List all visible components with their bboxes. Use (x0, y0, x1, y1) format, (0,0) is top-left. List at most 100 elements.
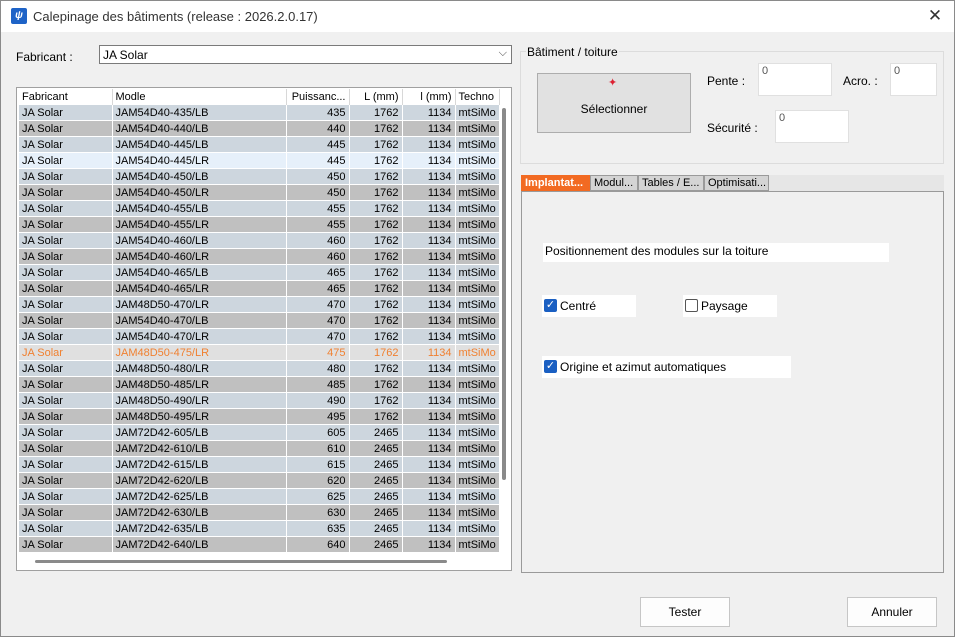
table-cell: JA Solar (19, 360, 113, 377)
table-cell: 1762 (349, 105, 403, 121)
table-cell: JA Solar (19, 296, 113, 313)
table-row[interactable]: JA Solar JAM54D40-470/LB 470 1762 1134 mtSiMo (19, 312, 500, 329)
table-cell: JAM48D50-480/LR (112, 360, 287, 377)
tab-tables[interactable]: Tables / E... (638, 175, 704, 191)
table-cell: 1762 (349, 408, 403, 425)
table-cell: JAM54D40-470/LR (112, 328, 287, 345)
pente-input[interactable]: 0 (758, 63, 832, 96)
column-header[interactable]: L (mm) (349, 89, 403, 105)
table-cell: 435 (286, 105, 350, 121)
select-roof-label: Sélectionner (580, 102, 648, 116)
table-cell: 2465 (349, 440, 403, 457)
table-cell: JA Solar (19, 456, 113, 473)
fabricant-dropdown[interactable]: JA Solar ⌵ (99, 45, 512, 64)
table-cell: mtSiMo (455, 440, 500, 457)
table-row[interactable]: JA Solar JAM48D50-495/LR 495 1762 1134 mtSiMo (19, 408, 500, 425)
table-cell: 1134 (402, 488, 456, 505)
table-row[interactable]: JA Solar JAM72D42-610/LB 610 2465 1134 mtSiMo (19, 440, 500, 457)
table-cell: 1134 (402, 328, 456, 345)
table-row[interactable]: JA Solar JAM48D50-470/LR 470 1762 1134 mtSiMo (19, 296, 500, 313)
horizontal-scrollbar[interactable] (35, 560, 447, 563)
table-row[interactable]: JA Solar JAM54D40-455/LB 455 1762 1134 mtSiMo (19, 200, 500, 217)
table-row[interactable]: JA Solar JAM72D42-615/LB 615 2465 1134 mtSiMo (19, 456, 500, 473)
table-cell: JA Solar (19, 105, 113, 121)
table-row[interactable]: JA Solar JAM54D40-465/LR 465 1762 1134 mtSiMo (19, 280, 500, 297)
close-icon[interactable]: ✕ (924, 5, 946, 27)
annuler-button[interactable]: Annuler (847, 597, 937, 627)
table-cell: 1762 (349, 328, 403, 345)
table-cell: mtSiMo (455, 376, 500, 393)
table-row[interactable]: JA Solar JAM54D40-455/LR 455 1762 1134 mtSiMo (19, 216, 500, 233)
table-cell: 640 (286, 536, 350, 553)
table-cell: mtSiMo (455, 136, 500, 153)
table-row[interactable]: JA Solar JAM54D40-440/LB 440 1762 1134 mtSiMo (19, 120, 500, 137)
tab-modules[interactable]: Modul... (590, 175, 638, 191)
centre-checkbox[interactable]: ✓ Centré (542, 295, 636, 317)
tab-optimisation[interactable]: Optimisati... (704, 175, 769, 191)
table-row[interactable]: JA Solar JAM72D42-620/LB 620 2465 1134 mtSiMo (19, 472, 500, 489)
table-row[interactable]: JA Solar JAM72D42-635/LB 635 2465 1134 mtSiMo (19, 520, 500, 537)
positionnement-text: Positionnement des modules sur la toitur… (543, 243, 889, 262)
table-cell: JAM54D40-460/LR (112, 248, 287, 265)
table-cell: 2465 (349, 536, 403, 553)
acro-input[interactable]: 0 (890, 63, 937, 96)
table-cell: JA Solar (19, 328, 113, 345)
table-cell: 455 (286, 200, 350, 217)
table-cell: JAM54D40-460/LB (112, 232, 287, 249)
table-cell: 1134 (402, 184, 456, 201)
table-row[interactable]: JA Solar JAM54D40-450/LB 450 1762 1134 mtSiMo (19, 168, 500, 185)
table-row[interactable]: JA Solar JAM72D42-625/LB 625 2465 1134 mtSiMo (19, 488, 500, 505)
paysage-label: Paysage (701, 299, 748, 313)
checkbox-unchecked-icon (685, 299, 698, 312)
table-cell: mtSiMo (455, 344, 500, 361)
table-row[interactable]: JA Solar JAM54D40-470/LR 470 1762 1134 mtSiMo (19, 328, 500, 345)
table-row[interactable]: JA Solar JAM72D42-605/LB 605 2465 1134 mtSiMo (19, 424, 500, 441)
column-header[interactable]: Modle (112, 89, 287, 105)
table-row[interactable]: JA Solar JAM54D40-445/LR 445 1762 1134 mtSiMo (19, 152, 500, 169)
table-row[interactable]: JA Solar JAM48D50-475/LR 475 1762 1134 mtSiMo (19, 344, 500, 361)
table-row[interactable]: JA Solar JAM72D42-630/LB 630 2465 1134 mtSiMo (19, 504, 500, 521)
table-cell: mtSiMo (455, 424, 500, 441)
table-row[interactable]: JA Solar JAM54D40-435/LB 435 1762 1134 mtSiMo (19, 105, 500, 121)
table-row[interactable]: JA Solar JAM48D50-485/LR 485 1762 1134 mtSiMo (19, 376, 500, 393)
table-cell: 630 (286, 504, 350, 521)
table-cell: 1134 (402, 504, 456, 521)
select-roof-button[interactable]: ✦ Sélectionner (537, 73, 691, 133)
securite-input[interactable]: 0 (775, 110, 849, 143)
table-row[interactable]: JA Solar JAM54D40-460/LB 460 1762 1134 mtSiMo (19, 232, 500, 249)
table-cell: 1762 (349, 120, 403, 137)
table-row[interactable]: JA Solar JAM54D40-450/LR 450 1762 1134 mtSiMo (19, 184, 500, 201)
table-row[interactable]: JA Solar JAM72D42-640/LB 640 2465 1134 mtSiMo (19, 536, 500, 553)
table-cell: JA Solar (19, 232, 113, 249)
column-header[interactable]: l (mm) (402, 89, 456, 105)
origine-checkbox[interactable]: ✓ Origine et azimut automatiques (542, 356, 791, 378)
table-cell: 1762 (349, 200, 403, 217)
vertical-scrollbar[interactable] (502, 108, 506, 480)
table-row[interactable]: JA Solar JAM48D50-480/LR 480 1762 1134 mtSiMo (19, 360, 500, 377)
table-cell: JAM48D50-485/LR (112, 376, 287, 393)
column-header[interactable]: Fabricant (19, 89, 113, 105)
table-cell: 1134 (402, 312, 456, 329)
tab-implantation[interactable]: Implantat... (521, 175, 590, 191)
table-row[interactable]: JA Solar JAM54D40-460/LR 460 1762 1134 mtSiMo (19, 248, 500, 265)
table-cell: 2465 (349, 472, 403, 489)
table-cell: 1762 (349, 184, 403, 201)
table-row[interactable]: JA Solar JAM54D40-465/LB 465 1762 1134 mtSiMo (19, 264, 500, 281)
roof-pick-icon: ✦ (608, 77, 618, 89)
paysage-checkbox[interactable]: Paysage (683, 295, 777, 317)
table-cell: JA Solar (19, 200, 113, 217)
table-cell: 470 (286, 328, 350, 345)
table-cell: 1134 (402, 152, 456, 169)
table-row[interactable]: JA Solar JAM48D50-490/LR 490 1762 1134 mtSiMo (19, 392, 500, 409)
tester-button[interactable]: Tester (640, 597, 730, 627)
column-header[interactable]: Puissanc... (286, 89, 350, 105)
table-row[interactable]: JA Solar JAM54D40-445/LB 445 1762 1134 mtSiMo (19, 136, 500, 153)
column-header[interactable]: Techno (455, 89, 500, 105)
table-cell: 635 (286, 520, 350, 537)
table-cell: 1762 (349, 232, 403, 249)
table-cell: JAM54D40-435/LB (112, 105, 287, 121)
table-cell: JAM54D40-445/LR (112, 152, 287, 169)
fabricant-value: JA Solar (103, 48, 148, 62)
module-table[interactable]: Fabricant Modle Puissanc... L (mm) l (mm… (16, 87, 512, 571)
table-cell: JAM54D40-450/LB (112, 168, 287, 185)
